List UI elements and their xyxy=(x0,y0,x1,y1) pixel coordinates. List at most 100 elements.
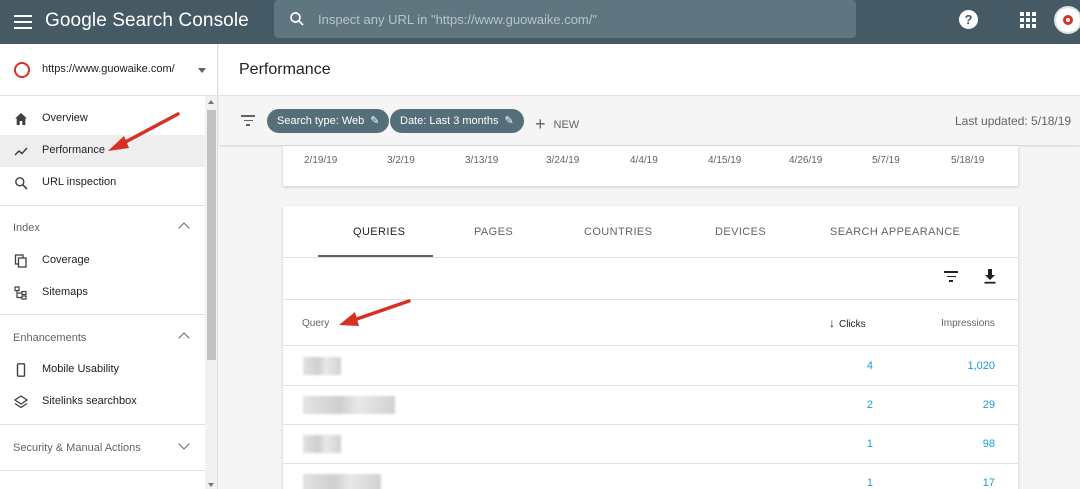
date-chip[interactable]: Date: Last 3 months ✎ xyxy=(390,109,524,133)
page-header: Performance xyxy=(219,44,1080,96)
table-header-row: Query ↓ Clicks Impressions xyxy=(283,300,1018,346)
sidebar-item-label: Sitelinks searchbox xyxy=(42,395,137,407)
tab-search-appearance[interactable]: SEARCH APPEARANCE xyxy=(830,226,960,238)
edit-icon: ✎ xyxy=(370,115,380,127)
row-clicks: 2 xyxy=(866,399,873,411)
filter-icon[interactable] xyxy=(241,115,255,127)
blurred-query xyxy=(303,435,341,453)
row-impressions: 98 xyxy=(982,438,995,450)
new-filter-button[interactable]: + NEW xyxy=(535,112,579,134)
property-url: https://www.guowaike.com/ xyxy=(42,63,175,75)
sidebar-scrollbar[interactable] xyxy=(205,96,217,489)
section-label: Index xyxy=(13,222,40,234)
sidebar-divider xyxy=(0,470,205,471)
chart-date-tick: 4/26/19 xyxy=(789,155,823,166)
sitemap-icon xyxy=(14,286,27,300)
plus-icon: + xyxy=(535,114,546,134)
table-row[interactable]: 1 98 xyxy=(283,425,1018,464)
section-label: Security & Manual Actions xyxy=(13,442,141,454)
chip-label: Date: Last 3 months xyxy=(400,115,499,127)
chart-date-tick: 5/7/19 xyxy=(872,155,900,166)
blurred-query xyxy=(303,396,395,414)
row-clicks: 4 xyxy=(866,360,873,372)
column-header-query[interactable]: Query xyxy=(302,318,329,329)
table-toolbar xyxy=(283,258,1018,300)
sidebar: https://www.guowaike.com/ Overview Perfo… xyxy=(0,44,218,489)
scroll-up-icon[interactable] xyxy=(208,100,214,104)
avatar[interactable] xyxy=(1054,6,1080,34)
tab-devices[interactable]: DEVICES xyxy=(715,226,766,238)
clicks-label: Clicks xyxy=(839,319,866,330)
page-title: Performance xyxy=(239,61,331,78)
sidebar-item-overview[interactable]: Overview xyxy=(0,103,205,135)
sidebar-item-label: Performance xyxy=(42,144,105,156)
menu-icon[interactable] xyxy=(12,11,34,33)
sidebar-item-url-inspection[interactable]: URL inspection xyxy=(0,167,205,199)
table-row[interactable]: 1 17 xyxy=(283,464,1018,489)
sidebar-item-label: Mobile Usability xyxy=(42,363,120,375)
scrollbar-thumb[interactable] xyxy=(207,110,216,360)
chevron-up-icon xyxy=(178,332,190,344)
table-row[interactable]: 2 29 xyxy=(283,386,1018,425)
active-tab-indicator xyxy=(318,255,433,257)
sidebar-item-coverage[interactable]: Coverage xyxy=(0,245,205,277)
performance-chart-card: 2/19/19 3/2/19 3/13/19 3/24/19 4/4/19 4/… xyxy=(283,146,1018,186)
app-logo[interactable]: Google Search Console xyxy=(45,10,249,32)
tab-countries[interactable]: COUNTRIES xyxy=(584,226,652,238)
column-header-clicks[interactable]: ↓ Clicks xyxy=(829,316,866,330)
dimension-tabs: QUERIES PAGES COUNTRIES DEVICES SEARCH A… xyxy=(283,206,1018,258)
blurred-query xyxy=(303,474,381,489)
sidebar-item-label: Coverage xyxy=(42,254,90,266)
chart-date-tick: 5/18/19 xyxy=(951,155,985,166)
property-selector[interactable]: https://www.guowaike.com/ xyxy=(0,44,217,96)
chip-label: Search type: Web xyxy=(277,115,365,127)
section-label: Enhancements xyxy=(13,332,87,344)
chart-date-tick: 4/15/19 xyxy=(708,155,742,166)
top-app-bar: Google Search Console ? xyxy=(0,0,1080,44)
tab-queries[interactable]: QUERIES xyxy=(353,226,405,238)
blurred-query xyxy=(303,357,341,375)
help-icon[interactable]: ? xyxy=(959,10,978,29)
sidebar-item-sitemaps[interactable]: Sitemaps xyxy=(0,277,205,309)
chart-date-tick: 3/2/19 xyxy=(387,155,415,166)
filter-bar: Search type: Web ✎ Date: Last 3 months ✎ +… xyxy=(219,97,1080,145)
table-row[interactable]: 4 1,020 xyxy=(283,347,1018,386)
row-clicks: 1 xyxy=(866,438,873,450)
sidebar-item-performance[interactable]: Performance xyxy=(0,135,205,167)
chart-date-tick: 3/13/19 xyxy=(465,155,499,166)
chart-date-tick: 2/19/19 xyxy=(304,155,338,166)
edit-icon: ✎ xyxy=(504,115,514,127)
sidebar-item-label: Overview xyxy=(42,112,88,124)
queries-table-card: QUERIES PAGES COUNTRIES DEVICES SEARCH A… xyxy=(283,206,1018,489)
search-icon xyxy=(290,12,304,26)
property-favicon-icon xyxy=(14,62,30,78)
last-updated-text: Last updated: 5/18/19 xyxy=(955,114,1072,128)
chevron-up-icon xyxy=(178,222,190,234)
search-input[interactable] xyxy=(318,8,838,30)
row-impressions: 1,020 xyxy=(967,360,995,372)
section-header-index[interactable]: Index xyxy=(0,213,205,243)
section-header-security[interactable]: Security & Manual Actions xyxy=(0,433,205,463)
section-header-enhancements[interactable]: Enhancements xyxy=(0,323,205,353)
chevron-down-icon xyxy=(178,438,190,450)
url-inspect-search[interactable] xyxy=(274,0,856,38)
search-icon xyxy=(15,177,28,190)
tab-pages[interactable]: PAGES xyxy=(474,226,513,238)
download-icon[interactable] xyxy=(983,268,997,284)
column-header-impressions[interactable]: Impressions xyxy=(941,318,995,329)
search-type-chip[interactable]: Search type: Web ✎ xyxy=(267,109,390,133)
sidebar-item-sitelinks-searchbox[interactable]: Sitelinks searchbox xyxy=(0,386,205,418)
row-clicks: 1 xyxy=(866,477,873,489)
dropdown-caret-icon xyxy=(198,68,206,73)
home-icon xyxy=(15,113,27,125)
sidebar-divider xyxy=(0,314,205,315)
layers-icon xyxy=(14,395,28,409)
sort-arrow-down-icon: ↓ xyxy=(829,316,835,330)
trending-up-icon xyxy=(14,147,28,156)
apps-icon[interactable] xyxy=(1020,12,1036,28)
copy-icon xyxy=(14,254,27,268)
sidebar-item-mobile-usability[interactable]: Mobile Usability xyxy=(0,354,205,386)
scroll-down-icon[interactable] xyxy=(208,483,214,487)
chart-date-tick: 4/4/19 xyxy=(630,155,658,166)
table-filter-icon[interactable] xyxy=(944,271,958,283)
